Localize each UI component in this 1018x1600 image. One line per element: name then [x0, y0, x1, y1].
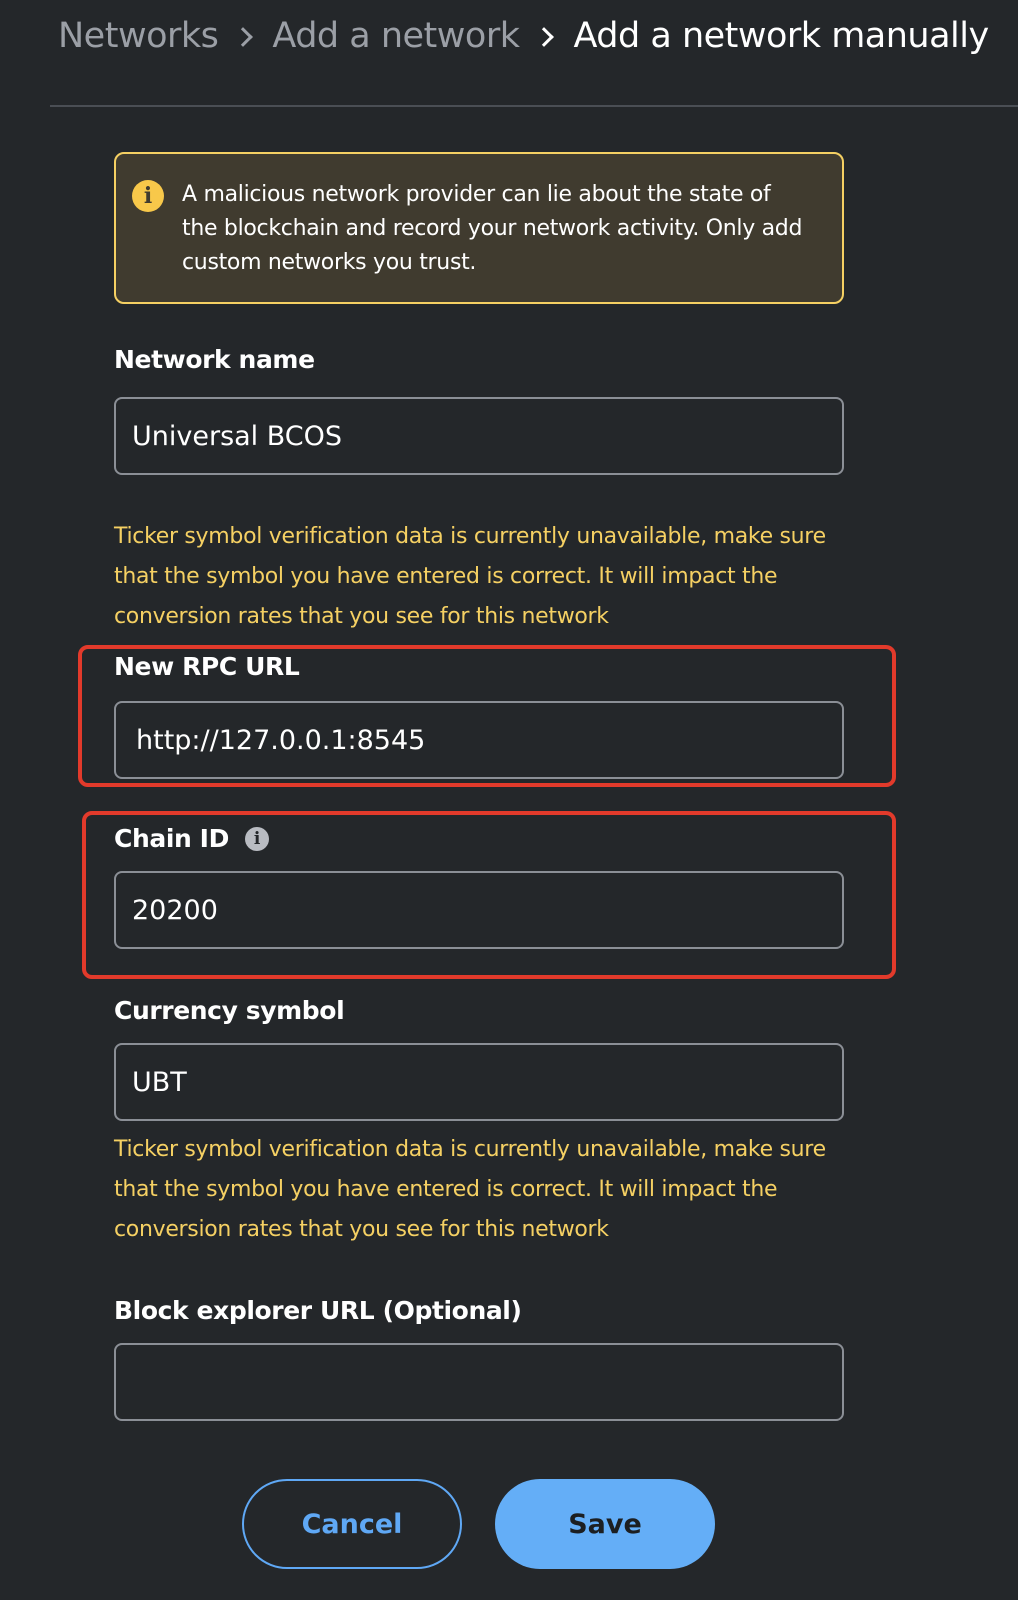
chain-id-label-text: Chain ID: [114, 824, 229, 853]
save-button[interactable]: Save: [495, 1479, 715, 1569]
warning-text: A malicious network provider can lie abo…: [182, 182, 803, 275]
info-icon[interactable]: i: [244, 826, 269, 851]
breadcrumb-add-network[interactable]: Add a network: [272, 16, 520, 56]
cancel-button[interactable]: Cancel: [242, 1479, 462, 1569]
rpc-url-label: New RPC URL: [114, 652, 300, 681]
header-divider: [50, 105, 1018, 107]
currency-symbol-input[interactable]: [132, 1066, 826, 1098]
block-explorer-label: Block explorer URL (Optional): [114, 1296, 522, 1325]
network-name-label: Network name: [114, 345, 315, 374]
block-explorer-field[interactable]: [114, 1343, 844, 1421]
breadcrumb-networks[interactable]: Networks: [58, 16, 219, 56]
chevron-right-icon: [535, 25, 557, 47]
ticker-warning-text: Ticker symbol verification data is curre…: [114, 1137, 826, 1242]
network-name-input[interactable]: [132, 420, 826, 452]
security-warning-banner: i A malicious network provider can lie a…: [114, 152, 844, 304]
chain-id-label: Chain ID i: [114, 824, 269, 853]
info-icon: i: [132, 180, 164, 212]
rpc-url-input[interactable]: [136, 724, 826, 756]
breadcrumb: Networks Add a network Add a network man…: [58, 12, 989, 60]
network-name-field[interactable]: [114, 397, 844, 475]
page-title: Add a network manually: [573, 16, 989, 56]
block-explorer-input[interactable]: [132, 1366, 826, 1398]
chain-id-input[interactable]: [132, 894, 826, 926]
rpc-url-field[interactable]: [114, 701, 844, 779]
chain-id-field[interactable]: [114, 871, 844, 949]
chevron-right-icon: [234, 25, 256, 47]
ticker-warning-text: Ticker symbol verification data is curre…: [114, 524, 826, 629]
currency-symbol-field[interactable]: [114, 1043, 844, 1121]
currency-symbol-label: Currency symbol: [114, 996, 345, 1025]
